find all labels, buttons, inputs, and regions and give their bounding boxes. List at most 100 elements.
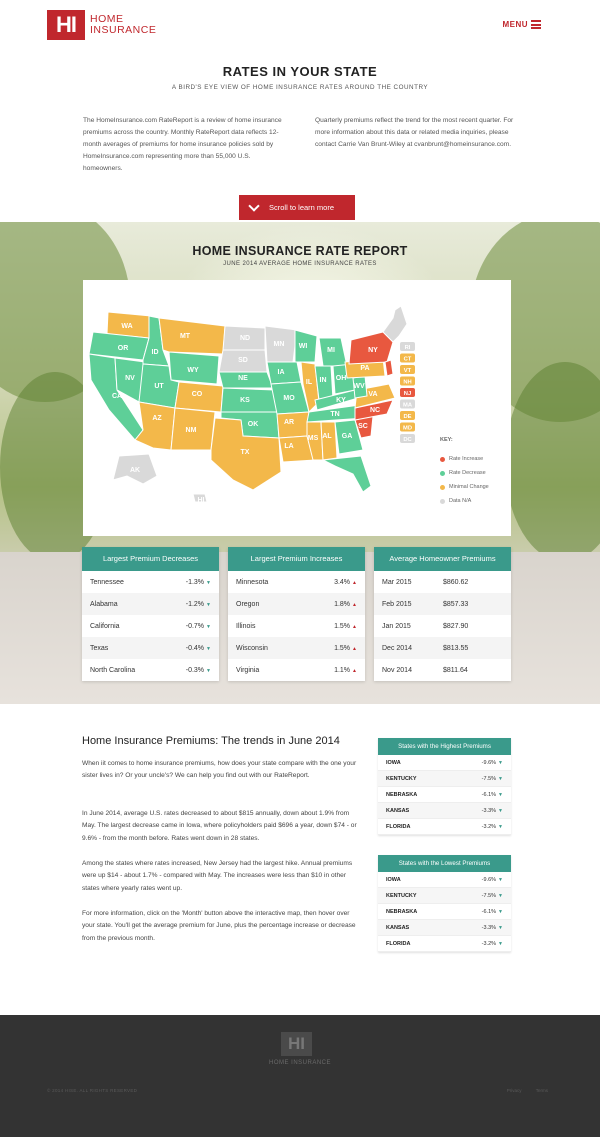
state-label: ID xyxy=(152,349,159,356)
state-badge-label: NJ xyxy=(404,391,411,397)
state-label: AZ xyxy=(152,415,162,422)
table-row[interactable]: Texas -0.4% ▼ xyxy=(82,637,219,659)
premium-value: $813.55 xyxy=(443,644,469,652)
rate-value: -1.3% ▼ xyxy=(185,578,211,586)
arrow-up-icon: ▲ xyxy=(352,667,357,674)
rate-value: 1.5% ▲ xyxy=(334,644,357,652)
scroll-button[interactable]: Scroll to learn more xyxy=(239,195,355,220)
state-name: KENTUCKY xyxy=(386,775,417,782)
state-name: Wisconsin xyxy=(236,644,268,652)
state-label: MN xyxy=(274,341,285,348)
state-label: SD xyxy=(238,357,248,364)
rate-value: -3.3% ▼ xyxy=(481,924,503,931)
table-row[interactable]: KENTUCKY -7.5% ▼ xyxy=(378,771,511,787)
footer-logo-mark[interactable]: HI xyxy=(281,1032,312,1056)
state-name: IOWA xyxy=(386,876,401,883)
state-nj-shape[interactable] xyxy=(384,359,394,377)
table-row[interactable]: KANSAS -3.3% ▼ xyxy=(378,920,511,936)
table-row[interactable]: California -0.7% ▼ xyxy=(82,615,219,637)
state-az[interactable] xyxy=(134,401,176,451)
key-title: KEY: xyxy=(440,437,453,443)
rate-value: -7.5% ▼ xyxy=(481,775,503,782)
state-label: OR xyxy=(118,345,129,352)
table-row[interactable]: Wisconsin 1.5% ▲ xyxy=(228,637,365,659)
table-row[interactable]: IOWA -9.6% ▼ xyxy=(378,872,511,888)
rate-value: -0.7% ▼ xyxy=(185,622,211,630)
rate-value: -7.5% ▼ xyxy=(481,892,503,899)
state-name: California xyxy=(90,622,120,630)
rate-value: -1.2% ▼ xyxy=(185,600,211,608)
table-row[interactable]: Dec 2014 $813.55 xyxy=(374,637,511,659)
menu-button[interactable]: MENU xyxy=(502,20,528,29)
state-badge-label: MA xyxy=(403,402,413,408)
decrease-dot-icon xyxy=(440,470,445,476)
arrow-down-icon: ▼ xyxy=(498,823,503,830)
table-row[interactable]: NEBRASKA -6.1% ▼ xyxy=(378,787,511,803)
table-row[interactable]: Feb 2015 $857.33 xyxy=(374,593,511,615)
table-row[interactable]: NEBRASKA -6.1% ▼ xyxy=(378,904,511,920)
map-key: KEY: Rate Increase Rate Decrease Minimal… xyxy=(440,437,489,508)
key-label: Data N/A xyxy=(449,498,472,504)
state-label: MT xyxy=(180,333,191,340)
state-label: MI xyxy=(327,347,335,354)
table-body: Mar 2015 $860.62 Feb 2015 $857.33 Jan 2015… xyxy=(374,571,511,681)
chevron-down-icon xyxy=(248,200,260,212)
table-row[interactable]: Minnesota 3.4% ▲ xyxy=(228,571,365,593)
state-name: Illinois xyxy=(236,622,256,630)
table-row[interactable]: Tennessee -1.3% ▼ xyxy=(82,571,219,593)
state-al[interactable] xyxy=(320,421,338,461)
table-heading: Largest Premium Decreases xyxy=(82,547,219,571)
site-logo[interactable]: HI HOME INSURANCE xyxy=(47,10,156,40)
intro-left-text: The HomeInsurance.com RateReport is a re… xyxy=(83,117,282,172)
privacy-link[interactable]: Privacy xyxy=(507,1088,522,1093)
premium-value: $857.33 xyxy=(443,600,469,608)
table-row[interactable]: KENTUCKY -7.5% ▼ xyxy=(378,888,511,904)
hamburger-icon[interactable] xyxy=(531,20,541,29)
table-row[interactable]: Oregon 1.8% ▲ xyxy=(228,593,365,615)
month-name: Mar 2015 xyxy=(382,578,412,586)
rate-value: -6.1% ▼ xyxy=(481,791,503,798)
table-body: IOWA -9.6% ▼ KENTUCKY -7.5% ▼ NEBRASKA -6.1% ▼… xyxy=(378,872,511,952)
state-name: KANSAS xyxy=(386,807,410,814)
us-map-card: WA OR CA NV ID MT WY UT AZ CO NM ND SD NE KS OK TX MN IA MO… xyxy=(83,280,511,536)
state-label: ND xyxy=(240,335,250,342)
premium-value: $811.64 xyxy=(443,666,468,674)
footer-logo-text: HOME INSURANCE xyxy=(268,1060,331,1066)
arrow-up-icon: ▲ xyxy=(352,645,357,652)
page-title: RATES IN YOUR STATE xyxy=(222,64,378,79)
state-name: Tennessee xyxy=(90,578,124,586)
rate-value: 1.8% ▲ xyxy=(334,600,357,608)
increases-table: Largest Premium Increases Minnesota 3.4% ▲… xyxy=(228,547,365,681)
table-row[interactable]: Mar 2015 $860.62 xyxy=(374,571,511,593)
table-row[interactable]: IOWA -9.6% ▼ xyxy=(378,755,511,771)
table-row[interactable]: Illinois 1.5% ▲ xyxy=(228,615,365,637)
table-row[interactable]: FLORIDA -3.2% ▼ xyxy=(378,819,511,835)
state-name: Minnesota xyxy=(236,578,269,586)
arrow-down-icon: ▼ xyxy=(498,892,503,899)
table-row[interactable]: FLORIDA -3.2% ▼ xyxy=(378,936,511,952)
table-heading: States with the Lowest Premiums xyxy=(378,855,511,872)
terms-link[interactable]: Terms xyxy=(536,1088,548,1093)
table-row[interactable]: Nov 2014 $811.64 xyxy=(374,659,511,681)
state-name: Texas xyxy=(90,644,109,652)
state-label: AK xyxy=(130,467,140,474)
state-mt[interactable] xyxy=(158,317,226,355)
table-row[interactable]: Alabama -1.2% ▼ xyxy=(82,593,219,615)
table-row[interactable]: North Carolina -0.3% ▼ xyxy=(82,659,219,681)
month-name: Jan 2015 xyxy=(382,622,411,630)
arrow-down-icon: ▼ xyxy=(498,924,503,931)
state-label: PA xyxy=(360,365,369,372)
table-body: IOWA -9.6% ▼ KENTUCKY -7.5% ▼ NEBRASKA -6.1% ▼… xyxy=(378,755,511,835)
rate-value: -3.3% ▼ xyxy=(481,807,503,814)
month-name: Dec 2014 xyxy=(382,644,412,652)
table-row[interactable]: Jan 2015 $827.90 xyxy=(374,615,511,637)
table-row[interactable]: Virginia 1.1% ▲ xyxy=(228,659,365,681)
state-name: Virginia xyxy=(236,666,260,674)
state-name: NEBRASKA xyxy=(386,908,418,915)
article-title: Home Insurance Premiums: The trends in J… xyxy=(82,735,340,747)
state-badge-label: RI xyxy=(405,345,411,351)
table-row[interactable]: KANSAS -3.3% ▼ xyxy=(378,803,511,819)
table-body: Minnesota 3.4% ▲ Oregon 1.8% ▲ Illinois 1.5% ▲… xyxy=(228,571,365,681)
state-label: NY xyxy=(368,347,378,354)
arrow-down-icon: ▼ xyxy=(498,876,503,883)
